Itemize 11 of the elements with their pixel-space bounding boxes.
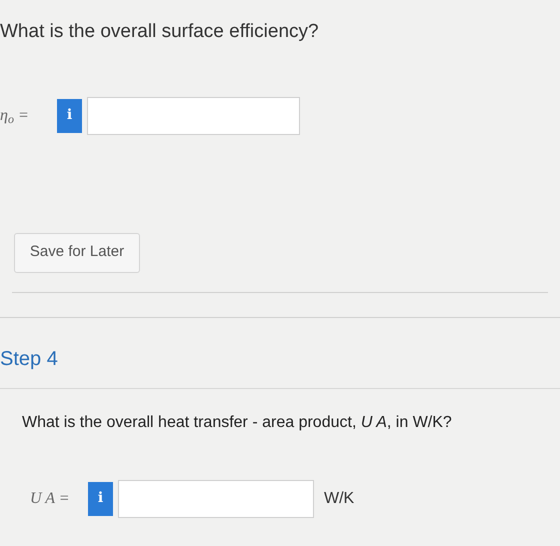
- field-label: η$_{o}$ =: [0, 106, 30, 128]
- info-button[interactable]: i: [57, 98, 82, 132]
- input-field[interactable]: [118, 480, 314, 518]
- field-label: U A =: [30, 488, 71, 508]
- question-text: What is the overall heat transfer - area product, U A, in W/K?: [22, 412, 453, 432]
- unit-label: W/K: [324, 488, 354, 508]
- save-for-later-button[interactable]: Save for Later: [14, 232, 140, 272]
- step-title: Step 4: [0, 346, 59, 372]
- question-text: What is the overall surface efficiency?: [0, 20, 320, 44]
- info-button[interactable]: i: [88, 482, 113, 516]
- input-field[interactable]: [87, 96, 300, 134]
